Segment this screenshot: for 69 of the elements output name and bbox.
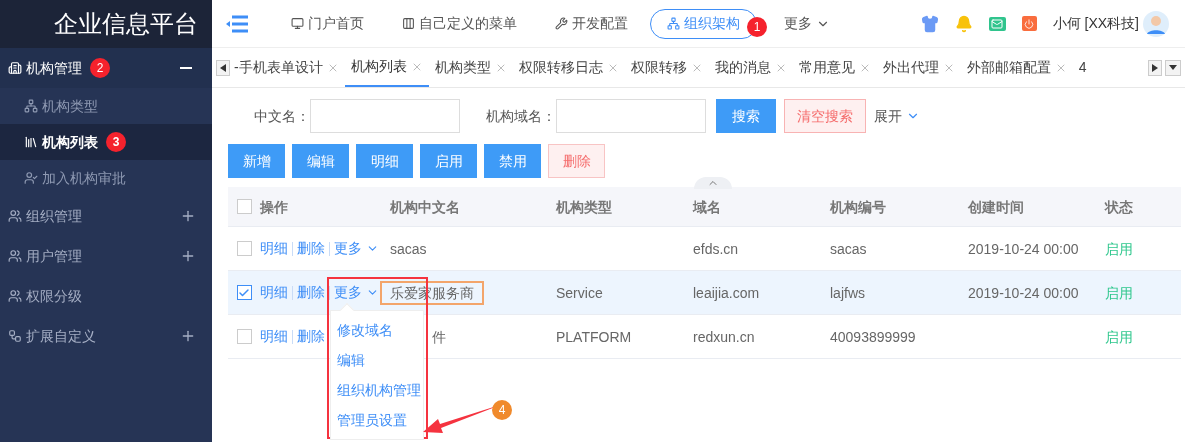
menu-item[interactable]: 管理员设置 <box>331 405 423 435</box>
sidebar-subitem[interactable]: 机构类型 <box>0 88 212 124</box>
row-link[interactable]: 明细 <box>260 326 288 347</box>
column-header: 状态 <box>1105 198 1133 215</box>
sidebar-subitem[interactable]: 机构列表 3 <box>0 124 212 160</box>
row-link[interactable]: 明细 <box>260 282 288 303</box>
count-badge: 2 <box>90 58 110 78</box>
page-tab[interactable]: 机构类型 <box>428 48 513 87</box>
count-badge: 4 <box>492 400 512 420</box>
table-cell: efds.cn <box>693 240 739 257</box>
status-text: 启用 <box>1105 284 1133 301</box>
table-cell: PLATFORM <box>556 328 632 345</box>
row-link[interactable]: 更多 <box>334 238 379 259</box>
row-link[interactable]: 删除 <box>297 282 325 303</box>
sidebar-item[interactable]: 用户管理 <box>0 236 212 276</box>
status-text: 启用 <box>1105 328 1133 345</box>
action-button[interactable]: 新增 <box>228 144 285 178</box>
table-cell: 件 <box>432 328 446 345</box>
menu-item[interactable]: 修改域名 <box>331 315 423 345</box>
row-link[interactable]: 更多 <box>334 282 379 303</box>
column-header: 机构编号 <box>830 198 886 215</box>
table-cell: leaijia.com <box>693 284 760 301</box>
table-cell: lajfws <box>830 284 865 301</box>
row-link[interactable]: 删除 <box>297 326 325 347</box>
page-tab[interactable]: 常用意见 <box>792 48 877 87</box>
sidebar-item[interactable]: 权限分级 <box>0 276 212 316</box>
page-tab[interactable]: 权限转移 <box>624 48 709 87</box>
row-link[interactable]: 明细 <box>260 238 288 259</box>
table-cell: 2019-10-24 00:00 <box>968 240 1079 257</box>
count-badge: 3 <box>106 132 126 152</box>
column-header: 机构类型 <box>556 198 612 215</box>
status-text: 启用 <box>1105 240 1133 257</box>
sidebar-subitem[interactable]: 加入机构审批 <box>0 160 212 196</box>
column-header: 域名 <box>693 198 721 215</box>
page-tab[interactable]: 我的消息 <box>708 48 793 87</box>
nav-link[interactable]: 开发配置 <box>539 8 644 39</box>
page-tab[interactable]: -手机表单设计 <box>234 48 345 87</box>
column-header: 操作 <box>260 198 288 215</box>
field-label: 中文名： <box>254 106 310 126</box>
table-cell: sacas <box>830 240 867 257</box>
search-button[interactable]: 搜索 <box>716 99 776 133</box>
table-cell: 40093899999 <box>830 328 916 345</box>
user-name[interactable]: 小何 [XX科技] <box>1052 13 1139 34</box>
page-tab[interactable]: 外部邮箱配置 <box>960 48 1073 87</box>
column-header: 创建时间 <box>968 198 1024 215</box>
action-button[interactable]: 编辑 <box>292 144 349 178</box>
table-cell: redxun.cn <box>693 328 755 345</box>
page-tab[interactable]: 4 <box>1072 48 1093 87</box>
field-label: 机构域名： <box>486 106 556 126</box>
expand-link[interactable]: 展开 <box>874 105 920 127</box>
count-badge: 1 <box>747 16 767 37</box>
nav-link[interactable]: 门户首页 <box>275 8 380 39</box>
sidebar-item[interactable]: 机构管理 2 <box>0 48 212 88</box>
sidebar-item[interactable]: 扩展自定义 <box>0 316 212 356</box>
table-cell: sacas <box>390 240 427 257</box>
more-menu[interactable]: 更多 <box>784 13 830 34</box>
table-cell: Service <box>556 284 603 301</box>
action-button[interactable]: 启用 <box>420 144 477 178</box>
nav-link[interactable]: 自己定义的菜单 <box>386 8 533 39</box>
page-tab[interactable]: 外出代理 <box>876 48 961 87</box>
sidebar-item[interactable]: 组织管理 <box>0 196 212 236</box>
brand-title: 企业信息平台 <box>53 9 198 39</box>
action-button[interactable]: 明细 <box>356 144 413 178</box>
page-tab[interactable]: 权限转移日志 <box>512 48 625 87</box>
row-link[interactable]: 删除 <box>297 238 325 259</box>
table-cell: 2019-10-24 00:00 <box>968 284 1079 301</box>
menu-item[interactable]: 组织机构管理 <box>331 375 423 405</box>
column-header: 机构中文名 <box>390 198 460 215</box>
action-button[interactable]: 禁用 <box>484 144 541 178</box>
